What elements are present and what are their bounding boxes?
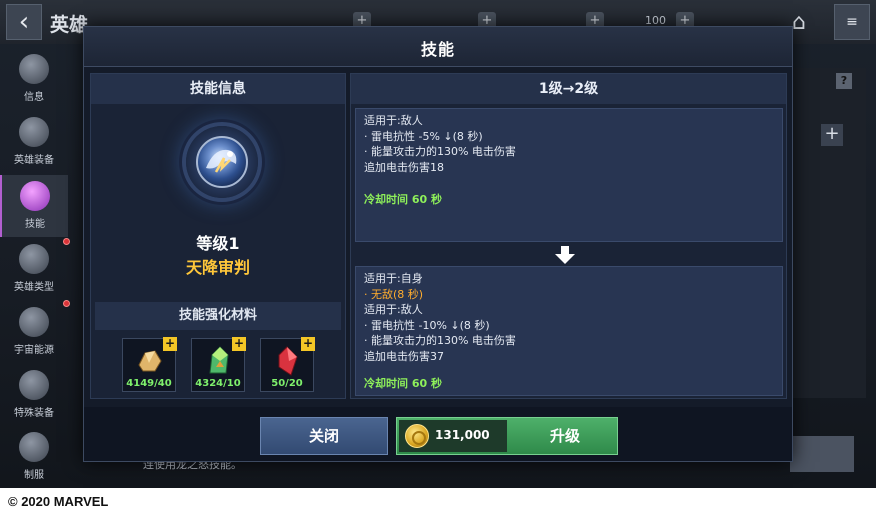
material-count: 4149/40	[126, 378, 172, 389]
lightning-dragon-icon	[196, 136, 248, 188]
effect-line: · 雷电抗性 -5% ↓(8 秒)	[364, 129, 483, 143]
effect-line: 适用于:自身	[364, 272, 423, 285]
upgrade-panel: 1级→2级 适用于:敌人 · 雷电抗性 -5% ↓(8 秒) · 能量攻击力的1…	[350, 73, 787, 399]
effect-line: · 雷电抗性 -10% ↓(8 秒)	[364, 318, 490, 332]
cooldown-text: 冷却时间 60 秒	[364, 377, 442, 390]
background-button[interactable]	[790, 436, 854, 472]
skill-name: 天降审判	[185, 258, 250, 277]
sidebar-item-uniform[interactable]: 制服	[0, 426, 68, 488]
modal-title: 技能	[420, 40, 455, 59]
skill-icon-frame	[186, 126, 258, 198]
chevron-left-icon: ‹	[18, 7, 30, 37]
materials-header: 技能强化材料	[95, 302, 341, 330]
add-material-button[interactable]: +	[232, 337, 246, 351]
sidebar: 信息 英雄装备 技能 英雄类型 宇宙能源 特殊装备 制服	[0, 48, 70, 488]
add-material-button[interactable]: +	[301, 337, 315, 351]
effect-line: 追加电击伤害37	[364, 349, 444, 363]
sidebar-item-label: 宇宙能源	[14, 345, 54, 356]
skill-info-header: 技能信息	[91, 74, 345, 104]
menu-button[interactable]: ≡	[834, 4, 870, 40]
next-level-effects: 适用于:自身 · 无敌(8 秒) 适用于:敌人 · 雷电抗性 -10% ↓(8 …	[355, 266, 783, 396]
menu-icon: ≡	[846, 14, 858, 30]
help-icon[interactable]: ?	[836, 73, 852, 89]
crystal-icon	[19, 307, 49, 337]
add-material-button[interactable]: +	[163, 337, 177, 351]
hero-detail-panel	[790, 68, 866, 398]
sidebar-item-gear[interactable]: 英雄装备	[0, 111, 68, 173]
sidebar-item-label: 英雄装备	[14, 155, 54, 166]
material-count: 4324/10	[195, 378, 241, 389]
effect-line: 适用于:敌人	[364, 303, 423, 316]
effect-line: 追加电击伤害18	[364, 160, 444, 174]
green-crystal-icon	[209, 346, 229, 374]
notification-badge	[63, 300, 70, 307]
back-button[interactable]: ‹	[6, 4, 42, 40]
red-crystal-icon	[278, 346, 298, 376]
figure-icon	[19, 370, 49, 400]
upgrade-header: 1级→2级	[351, 74, 786, 104]
fist-icon	[20, 181, 50, 211]
effect-line-highlight: · 无敌(8 秒)	[364, 287, 424, 301]
sidebar-item-info[interactable]: 信息	[0, 48, 68, 110]
sidebar-item-label: 制服	[24, 470, 44, 481]
hammer-icon	[19, 117, 49, 147]
arrow-down-icon	[555, 246, 575, 264]
material-slot-green[interactable]: 4324/10 +	[191, 337, 246, 392]
skill-level: 等级1	[196, 234, 240, 253]
close-button[interactable]: 关闭	[260, 417, 388, 455]
material-slot-red[interactable]: 50/20 +	[260, 337, 315, 392]
sidebar-item-cosmic-energy[interactable]: 宇宙能源	[0, 301, 68, 363]
spinner-icon	[19, 244, 49, 274]
sidebar-item-label: 技能	[25, 219, 45, 230]
sidebar-item-hero-type[interactable]: 英雄类型	[0, 238, 68, 300]
upgrade-button[interactable]: 131,000 升级	[396, 417, 618, 455]
skill-info-panel: 技能信息 等级1 天降审判 技能强化材料 4149/40 + 4324/10 +…	[90, 73, 346, 399]
home-icon[interactable]: ⌂	[792, 10, 806, 35]
modal-header: 技能	[84, 27, 792, 67]
effect-line: 适用于:敌人	[364, 114, 423, 127]
iron-man-helmet-icon	[19, 54, 49, 84]
sidebar-item-special-gear[interactable]: 特殊装备	[0, 364, 68, 426]
skill-modal: 技能 技能信息 等级1 天降审判 技能强化材料 4149/40 + 4324/1…	[83, 26, 793, 462]
gold-coin-icon	[405, 424, 429, 448]
sidebar-item-label: 信息	[24, 92, 44, 103]
cost-value: 131,000	[435, 428, 490, 442]
upgrade-cost: 131,000	[399, 420, 507, 452]
sidebar-item-skills[interactable]: 技能	[0, 175, 68, 237]
mask-icon	[19, 432, 49, 462]
effect-line: · 能量攻击力的130% 电击伤害	[364, 145, 516, 158]
notification-badge	[63, 238, 70, 245]
game-screen: ‹ 英雄 + + + 100 + ⌂ ≡ 信息 英雄装备 技能 英雄类型 宇宙能…	[0, 0, 876, 488]
modal-footer: 关闭 131,000 升级	[84, 407, 792, 461]
add-button[interactable]: +	[821, 124, 843, 146]
gold-ore-icon	[138, 350, 162, 372]
current-level-effects: 适用于:敌人 · 雷电抗性 -5% ↓(8 秒) · 能量攻击力的130% 电击…	[355, 108, 783, 242]
sidebar-item-label: 特殊装备	[14, 408, 54, 419]
upgrade-label: 升级	[549, 427, 580, 445]
cooldown-text: 冷却时间 60 秒	[364, 193, 442, 206]
effect-line: · 能量攻击力的130% 电击伤害	[364, 334, 516, 347]
material-count: 50/20	[271, 378, 303, 389]
material-slot-gold[interactable]: 4149/40 +	[122, 337, 177, 392]
copyright-text: © 2020 MARVEL	[8, 494, 109, 509]
sidebar-item-label: 英雄类型	[14, 282, 54, 293]
